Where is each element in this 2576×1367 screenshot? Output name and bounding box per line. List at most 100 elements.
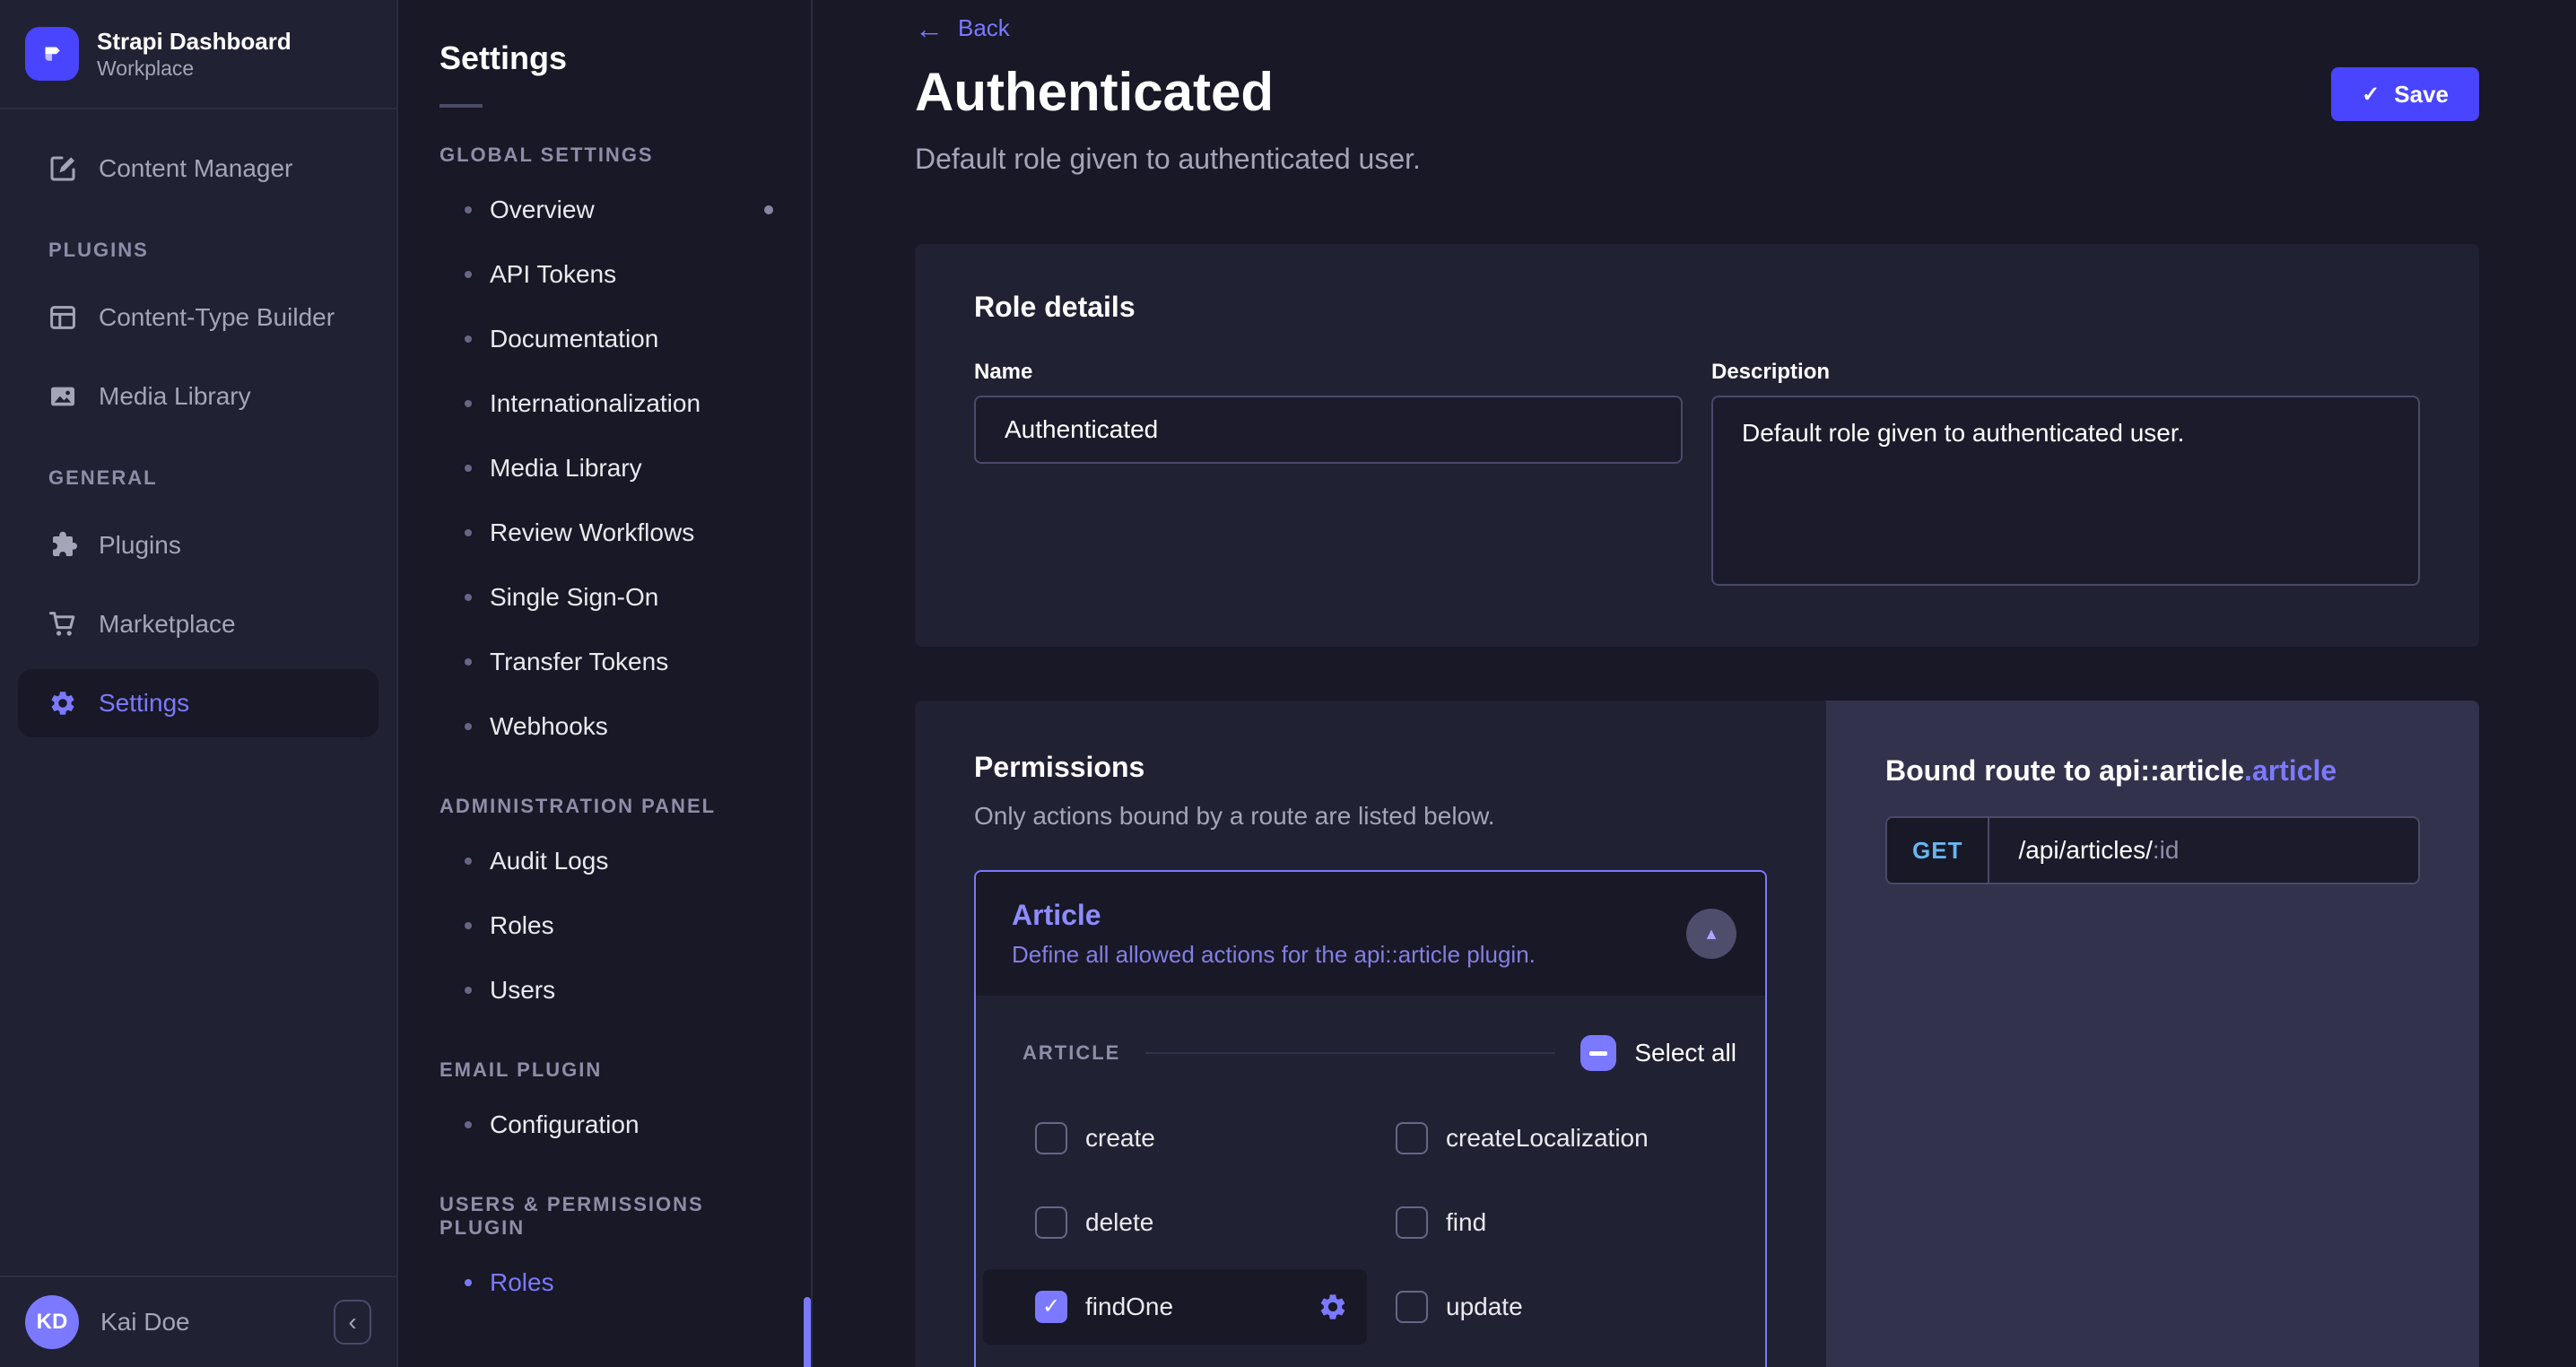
sidebar-nav: Content Manager PLUGINS Content-Type Bui…: [0, 109, 396, 1276]
settings-subnav: Settings GLOBAL SETTINGS Overview API To…: [398, 0, 813, 1367]
select-all-control[interactable]: Select all: [1580, 1035, 1736, 1071]
subnav-item-documentation[interactable]: Documentation: [398, 307, 811, 371]
sidebar-item-settings[interactable]: Settings: [18, 669, 379, 737]
bullet-icon: [465, 400, 472, 407]
bullet-icon: [465, 723, 472, 730]
avatar[interactable]: KD: [25, 1295, 79, 1349]
subnav-section-users-permissions-plugin: USERS & PERMISSIONS PLUGIN Roles: [398, 1193, 811, 1315]
bullet-icon: [465, 206, 472, 213]
subnav-item-single-sign-on[interactable]: Single Sign-On: [398, 565, 811, 630]
collapse-sidebar-button[interactable]: ‹: [334, 1300, 371, 1345]
content-manager-icon: [48, 154, 77, 183]
permission-find[interactable]: find: [1344, 1185, 1736, 1260]
checkbox[interactable]: [1035, 1122, 1067, 1154]
permission-createLocalization[interactable]: createLocalization: [1344, 1101, 1736, 1176]
main-content: ← Back Authenticated ✓ Save Default role…: [813, 0, 2576, 1367]
subnav-item-admin-roles[interactable]: Roles: [398, 893, 811, 958]
subnav-item-review-workflows[interactable]: Review Workflows: [398, 501, 811, 565]
route-method-badge: GET: [1887, 818, 1990, 883]
bullet-icon: [465, 594, 472, 601]
article-accordion-header[interactable]: Article Define all allowed actions for t…: [976, 872, 1765, 996]
checkbox[interactable]: [1396, 1122, 1428, 1154]
checkbox[interactable]: [1396, 1291, 1428, 1323]
check-icon: ✓: [1041, 1294, 1061, 1319]
brand-title: Strapi Dashboard: [97, 28, 292, 55]
permission-update[interactable]: update: [1344, 1269, 1736, 1345]
route-path-base: /api/articles/: [2018, 836, 2153, 864]
route-path-param: :id: [2152, 836, 2180, 864]
subnav-section-header: EMAIL PLUGIN: [439, 1058, 603, 1081]
bullet-icon: [465, 529, 472, 536]
bound-route-panel: Bound route to api::article.article GET …: [1826, 701, 2479, 1367]
sidebar-item-media-library[interactable]: Media Library: [18, 362, 379, 431]
subnav-divider: [439, 104, 483, 108]
notification-dot-icon: [764, 205, 773, 214]
page-subtitle: Default role given to authenticated user…: [915, 143, 1421, 175]
description-label: Description: [1711, 360, 1831, 384]
sidebar-item-label: Settings: [99, 689, 190, 717]
subnav-item-configuration[interactable]: Configuration: [398, 1093, 811, 1157]
checkbox[interactable]: [1035, 1206, 1067, 1239]
subnav-item-up-roles[interactable]: Roles: [398, 1250, 811, 1315]
permission-findOne[interactable]: ✓ findOne: [983, 1269, 1367, 1345]
user-name: Kai Doe: [100, 1308, 190, 1336]
select-all-checkbox[interactable]: [1580, 1035, 1617, 1071]
back-arrow-icon: ←: [915, 12, 944, 45]
permission-delete[interactable]: delete: [983, 1185, 1396, 1260]
checkbox-checked[interactable]: ✓: [1035, 1291, 1067, 1323]
sidebar-section-plugins: PLUGINS: [48, 239, 149, 261]
accordion-title: Article: [1012, 899, 1101, 931]
back-link[interactable]: ← Back: [915, 12, 1010, 45]
bullet-icon: [465, 335, 472, 343]
subnav-item-internationalization[interactable]: Internationalization: [398, 371, 811, 436]
sidebar-item-label: Marketplace: [99, 610, 236, 638]
subnav-item-users[interactable]: Users: [398, 958, 811, 1023]
subnav-item-transfer-tokens[interactable]: Transfer Tokens: [398, 630, 811, 694]
minus-icon: [1589, 1050, 1608, 1056]
sidebar-item-content-type-builder[interactable]: Content-Type Builder: [18, 283, 379, 352]
permissions-section: Permissions Only actions bound by a rout…: [915, 701, 2479, 1367]
accordion-collapse-button[interactable]: ▲: [1686, 909, 1736, 959]
subnav-section-global-settings: GLOBAL SETTINGS Overview API Tokens Docu…: [398, 144, 811, 759]
bound-route-heading: Bound route to api::article.article: [1885, 754, 2420, 788]
sidebar-item-label: Plugins: [99, 531, 181, 559]
subnav-item-audit-logs[interactable]: Audit Logs: [398, 829, 811, 893]
bullet-icon: [465, 1279, 472, 1286]
sidebar-item-content-manager[interactable]: Content Manager: [18, 135, 379, 203]
description-field[interactable]: Default role given to authenticated user…: [1711, 396, 2420, 586]
role-details-heading: Role details: [974, 291, 1136, 323]
subnav-item-overview[interactable]: Overview: [398, 178, 811, 242]
sidebar-item-label: Content Manager: [99, 154, 293, 182]
bound-route-heading-text: Bound route to api::article: [1885, 754, 2244, 787]
bullet-icon: [465, 465, 472, 472]
sidebar-item-label: Media Library: [99, 382, 251, 410]
cart-icon: [48, 610, 77, 639]
subnav-item-media-library[interactable]: Media Library: [398, 436, 811, 501]
bullet-icon: [465, 1121, 472, 1128]
checkbox[interactable]: [1396, 1206, 1428, 1239]
bullet-icon: [465, 858, 472, 865]
subnav-item-api-tokens[interactable]: API Tokens: [398, 242, 811, 307]
route-display: GET /api/articles/:id: [1885, 816, 2420, 884]
subnav-section-header: ADMINISTRATION PANEL: [439, 795, 717, 817]
sidebar-user-row: KD Kai Doe ‹: [0, 1276, 396, 1367]
brand-subtitle: Workplace: [97, 57, 195, 80]
workplace-switcher[interactable]: Strapi Dashboard Workplace: [0, 0, 396, 109]
sidebar-item-marketplace[interactable]: Marketplace: [18, 590, 379, 658]
accordion-description: Define all allowed actions for the api::…: [1012, 941, 1536, 968]
group-divider: [1145, 1052, 1556, 1054]
subnav-scrollbar-thumb[interactable]: [804, 1297, 811, 1367]
save-button[interactable]: ✓ Save: [2331, 67, 2479, 121]
subnav-item-webhooks[interactable]: Webhooks: [398, 694, 811, 759]
sidebar-item-plugins[interactable]: Plugins: [18, 511, 379, 579]
caret-up-icon: ▲: [1703, 924, 1719, 943]
bullet-icon: [465, 922, 472, 929]
route-path: /api/articles/:id: [1989, 818, 2207, 883]
subnav-section-header: USERS & PERMISSIONS PLUGIN: [439, 1193, 704, 1239]
name-field[interactable]: [974, 396, 1683, 464]
content-type-builder-icon: [48, 303, 77, 332]
permission-create[interactable]: create: [983, 1101, 1396, 1176]
permissions-grid: create createLocalization delete find ✓ …: [983, 1096, 1736, 1349]
name-label: Name: [974, 360, 1033, 384]
back-label: Back: [958, 14, 1010, 41]
